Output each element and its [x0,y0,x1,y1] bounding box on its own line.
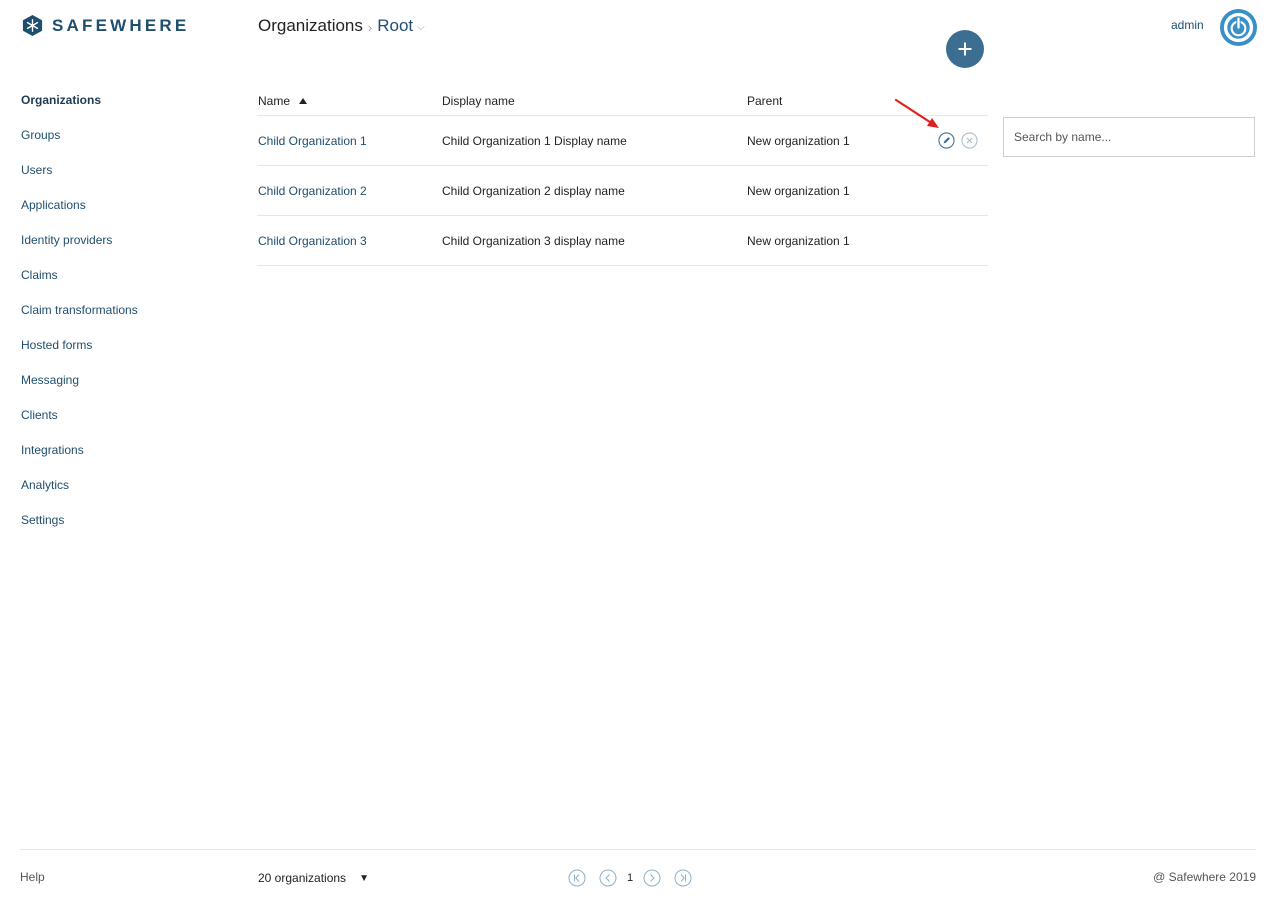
brand-name: SAFEWHERE [52,15,190,35]
current-page-number[interactable]: 1 [627,872,633,884]
sidebar-item-messaging[interactable]: Messaging [21,371,138,406]
parent-cell: New organization 1 [747,233,850,248]
sidebar-item-organizations[interactable]: Organizations [21,91,138,126]
user-name[interactable]: admin [1171,18,1204,32]
chevron-left-icon[interactable] [599,869,617,887]
sidebar-item-users[interactable]: Users [21,161,138,196]
table-header: Name Display name Parent [257,86,988,116]
display-name-cell: Child Organization 2 display name [442,183,625,198]
parent-cell: New organization 1 [747,183,850,198]
sidebar-item-hosted-forms[interactable]: Hosted forms [21,336,138,371]
sidebar-item-settings[interactable]: Settings [21,511,138,546]
logo-hexagon-icon [22,14,43,37]
breadcrumb-current[interactable]: Root [377,16,413,36]
organization-name-link[interactable]: Child Organization 2 [258,184,367,198]
power-icon[interactable] [1219,8,1258,47]
caret-down-icon: ▼ [359,872,369,884]
breadcrumb-section[interactable]: Organizations [258,16,363,36]
sidebar-nav: Organizations Groups Users Applications … [21,91,138,546]
row-actions [938,132,978,149]
table-row[interactable]: Child Organization 1 Child Organization … [257,116,988,166]
page-size-value: 20 organizations [258,871,347,885]
pagination: 1 [568,869,692,887]
chevron-down-icon[interactable]: ⌵ [417,22,425,33]
organizations-table: Name Display name Parent Child Organizat… [257,86,988,266]
pencil-icon[interactable] [938,132,955,149]
display-name-cell: Child Organization 1 Display name [442,133,627,148]
sidebar-item-clients[interactable]: Clients [21,406,138,441]
sidebar-item-identity-providers[interactable]: Identity providers [21,231,138,266]
footer-divider [20,849,1256,850]
breadcrumb-separator-icon: › [367,19,373,35]
sort-ascending-icon [299,97,308,104]
breadcrumb: Organizations › Root ⌵ [258,16,425,36]
first-page-icon[interactable] [568,869,586,887]
search-input[interactable] [1003,117,1255,157]
column-header-name[interactable]: Name [257,94,442,108]
organization-name-link[interactable]: Child Organization 3 [258,234,367,248]
parent-cell: New organization 1 [747,133,850,148]
sidebar-item-claims[interactable]: Claims [21,266,138,301]
close-circle-icon[interactable] [961,132,978,149]
brand-logo[interactable]: SAFEWHERE [21,14,189,37]
sidebar-item-analytics[interactable]: Analytics [21,476,138,511]
organization-name-link[interactable]: Child Organization 1 [258,134,367,148]
sidebar-item-integrations[interactable]: Integrations [21,441,138,476]
add-organization-button[interactable] [946,30,984,68]
chevron-right-icon[interactable] [643,869,661,887]
sidebar-item-applications[interactable]: Applications [21,196,138,231]
table-row[interactable]: Child Organization 3 Child Organization … [257,216,988,266]
table-row[interactable]: Child Organization 2 Child Organization … [257,166,988,216]
page-size-select[interactable]: 20 organizations ▼ [258,871,369,885]
copyright-text: @ Safewhere 2019 [1153,870,1256,884]
display-name-cell: Child Organization 3 display name [442,233,625,248]
annotation-arrow-icon [894,98,939,128]
help-link[interactable]: Help [20,870,45,884]
sidebar-item-groups[interactable]: Groups [21,126,138,161]
last-page-icon[interactable] [674,869,692,887]
plus-icon [958,42,972,56]
sidebar-item-claim-transformations[interactable]: Claim transformations [21,301,138,336]
column-header-display-name[interactable]: Display name [442,94,747,108]
